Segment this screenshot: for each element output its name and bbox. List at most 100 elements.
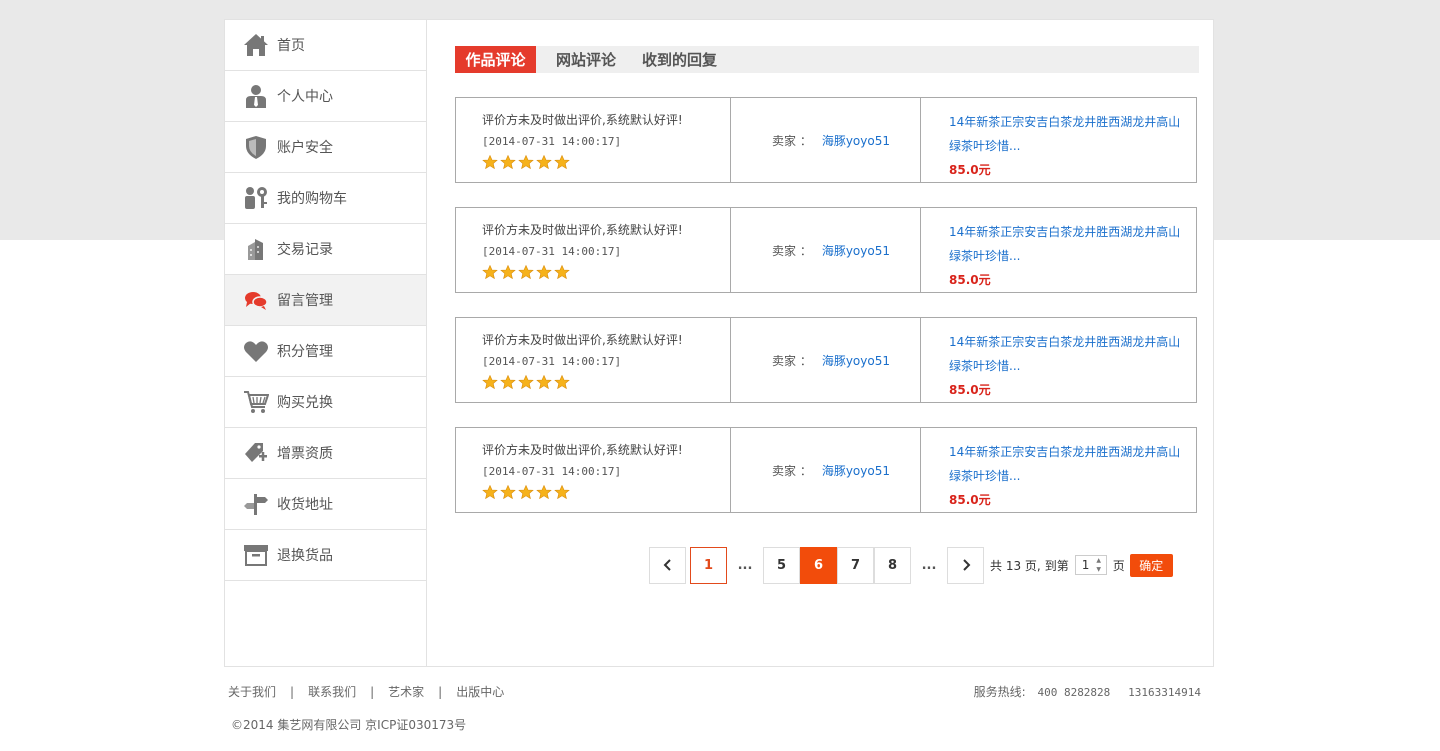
review-body: 评价方未及时做出评价,系统默认好评! [2014-07-31 14:00:17] — [456, 98, 731, 182]
seller-cell: 卖家 ： 海豚yoyo51 — [731, 208, 921, 292]
sidebar-item-profile[interactable]: 个人中心 — [225, 71, 426, 122]
rating-stars — [482, 485, 730, 499]
product-cell: 14年新茶正宗安吉白茶龙井胜西湖龙井高山 绿茶叶珍惜... 85.0元 — [921, 208, 1196, 292]
product-link[interactable]: 14年新茶正宗安吉白茶龙井胜西湖龙井高山 绿茶叶珍惜... — [949, 440, 1189, 488]
review-body: 评价方未及时做出评价,系统默认好评! [2014-07-31 14:00:17] — [456, 208, 731, 292]
sidebar-item-points[interactable]: 积分管理 — [225, 326, 426, 377]
buildings-icon — [241, 234, 271, 264]
star-icon — [500, 155, 516, 169]
content-frame: 首页 个人中心 账户安全 我的购物车 交易记录 留言管理 积分管理 购买兑换 增… — [224, 19, 1214, 667]
rating-stars — [482, 155, 730, 169]
cart-icon — [241, 387, 271, 417]
star-icon — [554, 375, 570, 389]
goto-page-input[interactable]: 1 ▲ ▼ — [1074, 555, 1107, 575]
sidebar-item-returns[interactable]: 退换货品 — [225, 530, 426, 581]
product-link[interactable]: 14年新茶正宗安吉白茶龙井胜西湖龙井高山 绿茶叶珍惜... — [949, 330, 1189, 378]
footer-link-publishing[interactable]: 出版中心 — [456, 683, 504, 700]
confirm-button[interactable]: 确定 — [1129, 553, 1173, 577]
review-date: [2014-07-31 14:00:17] — [482, 135, 622, 148]
page-suffix: 页 — [1112, 558, 1125, 573]
chevron-left-icon — [663, 559, 671, 571]
box-icon — [241, 540, 271, 570]
star-icon — [518, 155, 534, 169]
star-icon — [554, 485, 570, 499]
footer-link-artists[interactable]: 艺术家 — [388, 683, 424, 700]
page-spinner[interactable]: ▲ ▼ — [1093, 557, 1105, 573]
page-button-5[interactable]: 5 — [763, 546, 800, 584]
hotline-number: 400 8282828 — [1037, 686, 1111, 699]
sidebar-item-exchange[interactable]: 购买兑换 — [225, 377, 426, 428]
footer-separator: | — [438, 684, 443, 699]
seller-label: 卖家 ： — [772, 463, 812, 478]
page-button-8[interactable]: 8 — [874, 546, 911, 584]
star-icon — [482, 265, 498, 279]
rating-stars — [482, 375, 730, 389]
next-page-button[interactable] — [947, 546, 984, 584]
star-icon — [518, 265, 534, 279]
tag-plus-icon — [241, 438, 271, 468]
star-icon — [482, 375, 498, 389]
goto-label: 到第 — [1044, 558, 1069, 573]
seller-link[interactable]: 海豚yoyo51 — [822, 242, 890, 259]
page-button-1[interactable]: 1 — [690, 546, 727, 584]
star-icon — [536, 485, 552, 499]
footer-link-contact[interactable]: 联系我们 — [308, 683, 356, 700]
star-icon — [500, 265, 516, 279]
seller-link[interactable]: 海豚yoyo51 — [822, 132, 890, 149]
tab-received-replies[interactable]: 收到的回复 — [630, 46, 729, 73]
sidebar-item-label: 我的购物车 — [277, 191, 347, 207]
footer-separator: | — [290, 684, 295, 699]
sidebar-item-security[interactable]: 账户安全 — [225, 122, 426, 173]
sidebar-item-label: 收货地址 — [277, 497, 333, 513]
star-icon — [518, 375, 534, 389]
product-cell: 14年新茶正宗安吉白茶龙井胜西湖龙井高山 绿茶叶珍惜... 85.0元 — [921, 428, 1196, 512]
sidebar-item-address[interactable]: 收货地址 — [225, 479, 426, 530]
sidebar-item-label: 交易记录 — [277, 242, 333, 258]
spinner-up-icon[interactable]: ▲ — [1096, 557, 1101, 564]
sidebar-item-label: 购买兑换 — [277, 395, 333, 411]
sidebar-item-label: 个人中心 — [277, 89, 333, 105]
sidebar-item-label: 退换货品 — [277, 548, 333, 564]
sidebar-item-cart[interactable]: 我的购物车 — [225, 173, 426, 224]
sidebar-item-messages[interactable]: 留言管理 — [225, 275, 426, 326]
tab-work-reviews[interactable]: 作品评论 — [455, 46, 536, 73]
tab-site-reviews[interactable]: 网站评论 — [544, 46, 628, 73]
product-price: 85.0元 — [949, 493, 991, 507]
product-cell: 14年新茶正宗安吉白茶龙井胜西湖龙井高山 绿茶叶珍惜... 85.0元 — [921, 318, 1196, 402]
product-price: 85.0元 — [949, 273, 991, 287]
sidebar-item-invoice[interactable]: 增票资质 — [225, 428, 426, 479]
product-link[interactable]: 14年新茶正宗安吉白茶龙井胜西湖龙井高山 绿茶叶珍惜... — [949, 110, 1189, 158]
prev-page-button[interactable] — [649, 546, 686, 584]
heart-icon — [241, 336, 271, 366]
sidebar-item-label: 首页 — [277, 38, 305, 54]
sidebar-item-transactions[interactable]: 交易记录 — [225, 224, 426, 275]
spinner-down-icon[interactable]: ▼ — [1096, 566, 1101, 573]
goto-page-value: 1 — [1081, 558, 1090, 572]
page-ellipsis: ... — [737, 557, 753, 573]
star-icon — [482, 485, 498, 499]
review-date: [2014-07-31 14:00:17] — [482, 465, 622, 478]
product-title-line: 14年新茶正宗安吉白茶龙井胜西湖龙井高山 — [949, 445, 1181, 459]
review-row: 评价方未及时做出评价,系统默认好评! [2014-07-31 14:00:17]… — [455, 97, 1197, 183]
review-date: [2014-07-31 14:00:17] — [482, 245, 622, 258]
hotline-label: 服务热线: — [973, 685, 1026, 699]
sidebar-item-home[interactable]: 首页 — [225, 20, 426, 71]
product-title-line: 绿茶叶珍惜... — [949, 469, 1021, 483]
main-content: 作品评论 网站评论 收到的回复 评价方未及时做出评价,系统默认好评! [2014… — [455, 20, 1201, 666]
product-price: 85.0元 — [949, 383, 991, 397]
product-link[interactable]: 14年新茶正宗安吉白茶龙井胜西湖龙井高山 绿茶叶珍惜... — [949, 220, 1189, 268]
seller-link[interactable]: 海豚yoyo51 — [822, 352, 890, 369]
tab-bar: 作品评论 网站评论 收到的回复 — [455, 46, 1199, 73]
footer-link-about[interactable]: 关于我们 — [228, 683, 276, 700]
page-ellipsis: ... — [921, 557, 937, 573]
star-icon — [536, 155, 552, 169]
sidebar: 首页 个人中心 账户安全 我的购物车 交易记录 留言管理 积分管理 购买兑换 增… — [225, 20, 427, 666]
star-icon — [536, 375, 552, 389]
sidebar-item-label: 增票资质 — [277, 446, 333, 462]
page-button-6[interactable]: 6 — [800, 546, 837, 584]
page-button-7[interactable]: 7 — [837, 546, 874, 584]
seller-link[interactable]: 海豚yoyo51 — [822, 462, 890, 479]
seller-label: 卖家 ： — [772, 133, 812, 148]
review-date: [2014-07-31 14:00:17] — [482, 355, 622, 368]
product-title-line: 14年新茶正宗安吉白茶龙井胜西湖龙井高山 — [949, 225, 1181, 239]
